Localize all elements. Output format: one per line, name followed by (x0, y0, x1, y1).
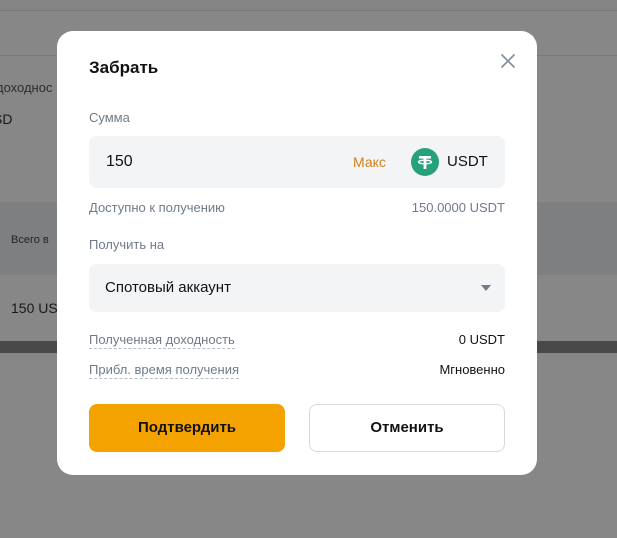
amount-field: Макс USDT (89, 136, 505, 188)
receive-time-value: Мгновенно (439, 362, 505, 377)
close-button[interactable] (497, 50, 519, 72)
amount-label: Сумма (89, 110, 130, 125)
account-select[interactable]: Спотовый аккаунт (89, 264, 505, 312)
max-button[interactable]: Макс (353, 154, 386, 170)
redeem-modal: Забрать Сумма Макс USDT Доступно к получ… (57, 31, 537, 475)
account-select-value: Спотовый аккаунт (105, 279, 231, 296)
receive-time-label[interactable]: Прибл. время получения (89, 362, 240, 379)
confirm-button[interactable]: Подтвердить (89, 404, 285, 452)
earned-yield-label[interactable]: Полученная доходность (89, 332, 235, 349)
cancel-button[interactable]: Отменить (309, 404, 505, 452)
receive-label: Получить на (89, 237, 165, 252)
available-label: Доступно к получению (89, 200, 225, 215)
available-value: 150.0000 USDT (411, 200, 505, 215)
token-name: USDT (447, 153, 488, 170)
amount-input[interactable] (106, 136, 326, 188)
close-icon (501, 54, 515, 68)
earned-yield-value: 0 USDT (458, 332, 505, 347)
tether-icon (411, 148, 439, 176)
modal-title: Забрать (89, 58, 159, 77)
caret-down-icon (481, 285, 491, 291)
